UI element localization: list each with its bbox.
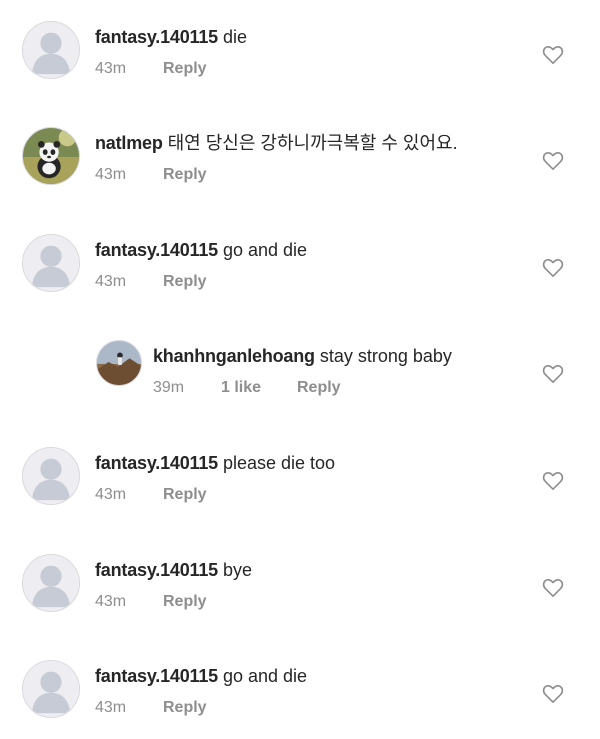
comment: fantasy.140115 die 43m Reply [0, 0, 600, 100]
comment-text: bye [222, 560, 252, 580]
comment-username[interactable]: fantasy.140115 [95, 560, 218, 580]
landscape-avatar[interactable] [96, 340, 142, 386]
comment-text: stay strong baby [319, 346, 452, 366]
comment-text: please die too [222, 453, 336, 473]
comment-text: die [222, 27, 247, 47]
reply-button[interactable]: Reply [163, 272, 207, 292]
comment-timestamp: 43m [95, 273, 127, 290]
default-avatar-icon[interactable] [22, 447, 80, 505]
reply-button[interactable]: Reply [163, 592, 207, 612]
comment-username[interactable]: fantasy.140115 [95, 27, 218, 47]
default-avatar-icon[interactable] [22, 234, 80, 292]
comment: fantasy.140115 please die too 43m Reply [0, 426, 600, 526]
default-avatar-icon[interactable] [22, 21, 80, 79]
heart-icon[interactable] [542, 258, 564, 278]
comment-list: fantasy.140115 die 43m Reply natlmep 태연 … [0, 0, 600, 737]
comment-timestamp: 43m [95, 60, 127, 77]
reply-comment: khanhnganlehoang stay strong baby 39m 1 li… [0, 320, 600, 420]
heart-icon[interactable] [542, 45, 564, 65]
default-avatar-icon[interactable] [22, 554, 80, 612]
panda-avatar[interactable] [22, 127, 80, 185]
comment: natlmep 태연 당신은 강하니까극복할 수 있어요. 43m Reply [0, 106, 600, 206]
comment-username[interactable]: fantasy.140115 [95, 240, 218, 260]
comment-timestamp: 43m [95, 699, 127, 716]
comment-timestamp: 43m [95, 166, 127, 183]
like-count[interactable]: 1 like [221, 378, 297, 398]
comment-timestamp: 39m [153, 379, 185, 396]
reply-button[interactable]: Reply [163, 165, 207, 185]
comment: fantasy.140115 go and die 43m Reply [0, 639, 600, 739]
comment-username[interactable]: fantasy.140115 [95, 453, 218, 473]
comment: fantasy.140115 bye 43m Reply [0, 533, 600, 633]
reply-button[interactable]: Reply [163, 59, 207, 79]
comment-username[interactable]: fantasy.140115 [95, 666, 218, 686]
comment: fantasy.140115 go and die 43m Reply [0, 213, 600, 313]
reply-button[interactable]: Reply [163, 485, 207, 505]
comment-timestamp: 43m [95, 486, 127, 503]
comment-timestamp: 43m [95, 593, 127, 610]
comment-text: 태연 당신은 강하니까극복할 수 있어요. [167, 133, 458, 153]
heart-icon[interactable] [542, 684, 564, 704]
reply-button[interactable]: Reply [163, 698, 207, 718]
comment-text: go and die [222, 240, 308, 260]
reply-button[interactable]: Reply [297, 378, 341, 398]
default-avatar-icon[interactable] [22, 660, 80, 718]
comment-text: go and die [222, 666, 308, 686]
heart-icon[interactable] [542, 364, 564, 384]
comment-username[interactable]: khanhnganlehoang [153, 346, 315, 366]
comment-username[interactable]: natlmep [95, 133, 163, 153]
heart-icon[interactable] [542, 578, 564, 598]
heart-icon[interactable] [542, 471, 564, 491]
heart-icon[interactable] [542, 151, 564, 171]
